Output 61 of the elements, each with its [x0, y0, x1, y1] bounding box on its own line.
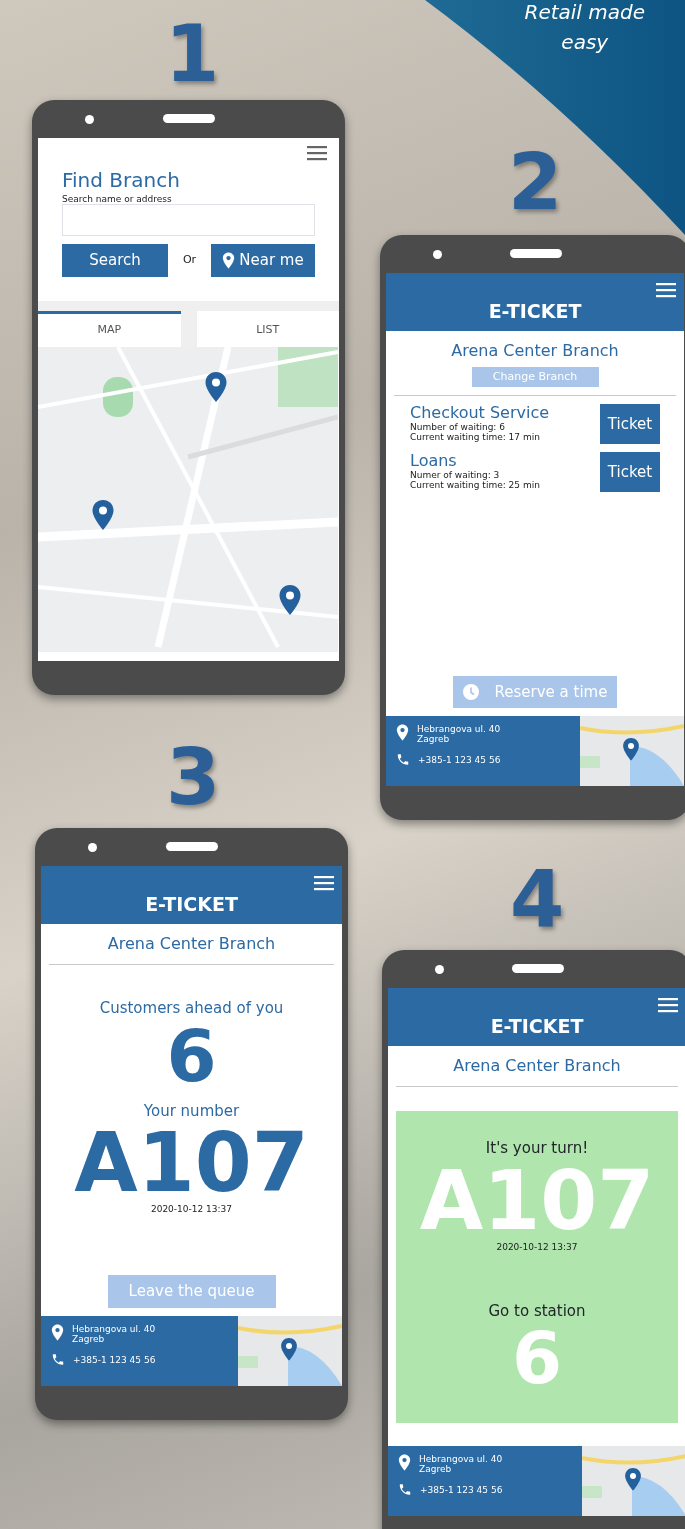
step-number: 2 — [508, 143, 563, 221]
ticket-button[interactable]: Ticket — [600, 404, 660, 444]
app-title: E-TICKET — [488, 298, 582, 324]
service-info: Number of waiting: 6 Current waiting time: 17 min — [410, 421, 541, 442]
number-label: Your number — [142, 1100, 241, 1122]
phone-icon — [396, 752, 410, 767]
map-pin-icon — [222, 252, 236, 269]
search-button[interactable]: Search — [62, 244, 168, 277]
address-text: Hebrangova ul. 40 Zagreb — [417, 724, 501, 744]
camera-dot — [432, 250, 442, 259]
menu-icon[interactable] — [658, 998, 678, 1013]
phone-icon — [398, 1482, 412, 1497]
camera-dot — [85, 115, 95, 124]
station-number: 6 — [511, 1322, 563, 1394]
service-name: Loans — [410, 452, 458, 470]
menu-icon[interactable] — [314, 876, 334, 891]
station-label: Go to station — [488, 1300, 586, 1322]
map-pin-icon — [396, 724, 409, 741]
address-text: Hebrangova ul. 40 Zagreb — [419, 1454, 503, 1474]
turn-label: It's your turn! — [485, 1138, 589, 1159]
tagline: Retail made easy — [524, 0, 645, 56]
or-text: Or — [181, 252, 198, 269]
field-label: Search name or address — [62, 194, 173, 204]
ticket-button[interactable]: Ticket — [600, 452, 660, 492]
ticket-number: A107 — [73, 1122, 310, 1204]
menu-icon[interactable] — [307, 146, 327, 161]
clock-icon — [462, 684, 479, 700]
app-title: E-TICKET — [490, 1013, 584, 1039]
step-number: 3 — [166, 738, 221, 816]
speaker-slot — [163, 114, 216, 123]
branch-name: Arena Center Branch — [450, 340, 620, 362]
phone-number: +385-1 123 45 56 — [418, 754, 501, 765]
menu-icon[interactable] — [656, 283, 676, 298]
search-field[interactable] — [62, 204, 315, 236]
timestamp: 2020-10-12 13:37 — [149, 1204, 234, 1214]
speaker-slot — [510, 249, 563, 258]
speaker-slot — [166, 842, 219, 851]
camera-dot — [88, 843, 98, 852]
camera-dot — [434, 965, 444, 974]
service-name: Checkout Service — [410, 404, 550, 422]
step-number: 4 — [510, 860, 565, 938]
branch-name: Arena Center Branch — [106, 933, 277, 955]
step-number: 1 — [165, 15, 220, 93]
phone-number: +385-1 123 45 56 — [73, 1354, 156, 1365]
page-title: Find Branch — [62, 170, 181, 190]
speaker-slot — [512, 964, 565, 973]
map-pin-icon — [398, 1454, 411, 1471]
tab[interactable]: LIST — [196, 311, 339, 347]
map-pin-icon — [51, 1324, 64, 1341]
branch-name: Arena Center Branch — [452, 1055, 622, 1077]
queue-count: 6 — [165, 1019, 218, 1092]
queue-label: Customers ahead of you — [98, 998, 285, 1019]
tab[interactable]: MAP — [38, 311, 181, 347]
address-text: Hebrangova ul. 40 Zagreb — [72, 1324, 156, 1344]
phone-icon — [51, 1352, 65, 1367]
service-info: Numer of waiting: 3 Current waiting time: 25 min — [410, 469, 540, 490]
timestamp: 2020-10-12 13:37 — [496, 1241, 578, 1252]
app-title: E-TICKET — [145, 891, 238, 917]
ticket-number: A107 — [419, 1159, 655, 1242]
phone-number: +385-1 123 45 56 — [420, 1484, 503, 1495]
near-me-button[interactable]: Near me — [211, 244, 315, 277]
